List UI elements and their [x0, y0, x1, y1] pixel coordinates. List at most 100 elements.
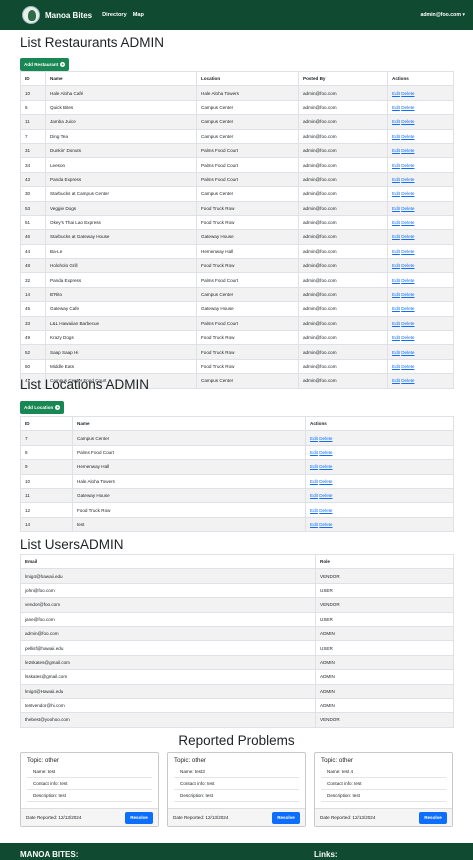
- edit-link[interactable]: Edit: [310, 450, 318, 455]
- table-row: 51 Okey's Thai Lao Express Food Truck Row a…: [20, 214, 454, 231]
- restaurant-name: Middle Eats: [45, 358, 197, 375]
- resolve-button[interactable]: Resolve: [419, 811, 447, 824]
- edit-link[interactable]: Edit: [392, 91, 400, 96]
- delete-link[interactable]: Delete: [401, 163, 414, 168]
- table-row: 32 Panda Express Palms Food Court admin@foo…: [20, 272, 454, 288]
- actions-cell: Edit Delete: [387, 186, 454, 202]
- edit-link[interactable]: Edit: [392, 321, 400, 326]
- edit-link[interactable]: Edit: [392, 306, 400, 311]
- restaurants-section: List Restaurants ADMIN Add Restaurant +: [20, 36, 453, 71]
- delete-link[interactable]: Delete: [319, 522, 332, 527]
- problem-card: Topic: other Name: test3 Contact info: t…: [167, 752, 306, 827]
- restaurant-name: Saap Saap Hi: [45, 344, 197, 360]
- delete-link[interactable]: Delete: [319, 479, 332, 484]
- delete-link[interactable]: Delete: [401, 306, 414, 311]
- edit-link[interactable]: Edit: [392, 249, 400, 254]
- edit-link[interactable]: Edit: [392, 263, 400, 268]
- delete-link[interactable]: Delete: [401, 119, 414, 124]
- add-restaurant-wrap: Add Restaurant +: [20, 53, 453, 71]
- delete-link[interactable]: Delete: [401, 278, 414, 283]
- edit-link[interactable]: Edit: [392, 364, 400, 369]
- table-row: 52 Saap Saap Hi Food Truck Row admin@foo.co…: [20, 344, 454, 360]
- nav-link-directory[interactable]: Directory: [102, 12, 127, 18]
- delete-link[interactable]: Delete: [401, 350, 414, 355]
- column-header: Location: [196, 70, 299, 87]
- edit-link[interactable]: Edit: [392, 148, 400, 153]
- delete-link[interactable]: Delete: [401, 220, 414, 225]
- delete-link[interactable]: Delete: [401, 148, 414, 153]
- delete-link[interactable]: Delete: [401, 206, 414, 211]
- delete-link[interactable]: Delete: [401, 177, 414, 182]
- restaurant-id: 7: [20, 128, 46, 144]
- edit-link[interactable]: Edit: [392, 335, 400, 340]
- edit-link[interactable]: Edit: [310, 479, 318, 484]
- table-row: 30 Starbucks at Campus Center Campus Cente…: [20, 186, 454, 202]
- edit-link[interactable]: Edit: [310, 508, 318, 513]
- actions-cell: Edit Delete: [305, 487, 454, 504]
- delete-link[interactable]: Delete: [401, 249, 414, 254]
- edit-link[interactable]: Edit: [392, 134, 400, 139]
- restaurant-location: Food Truck Row: [196, 344, 299, 360]
- edit-link[interactable]: Edit: [392, 177, 400, 182]
- delete-link[interactable]: Delete: [319, 493, 332, 498]
- delete-link[interactable]: Delete: [401, 105, 414, 110]
- delete-link[interactable]: Delete: [401, 91, 414, 96]
- restaurants-table: ID Name Location Posted By Actions 10 Hal…: [20, 70, 454, 389]
- actions-cell: Edit Delete: [387, 272, 454, 288]
- delete-link[interactable]: Delete: [401, 134, 414, 139]
- edit-link[interactable]: Edit: [392, 234, 400, 239]
- edit-link[interactable]: Edit: [392, 350, 400, 355]
- edit-link[interactable]: Edit: [310, 464, 318, 469]
- resolve-button[interactable]: Resolve: [272, 811, 300, 824]
- users-table-body: lmig4@hawaii.edu VENDOR john@foo.com USER ve…: [20, 568, 454, 728]
- nav-link-map[interactable]: Map: [133, 12, 144, 18]
- edit-link[interactable]: Edit: [392, 105, 400, 110]
- user-role: USER: [315, 640, 454, 656]
- edit-link[interactable]: Edit: [392, 220, 400, 225]
- users-table: Email Role lmig4@hawaii.edu VENDOR john@fo…: [20, 553, 454, 728]
- problem-card-footer: Date Reported: 12/13/2024 Resolve: [21, 808, 158, 826]
- delete-link[interactable]: Delete: [319, 508, 332, 513]
- edit-link[interactable]: Edit: [392, 278, 400, 283]
- edit-link[interactable]: Edit: [310, 522, 318, 527]
- delete-link[interactable]: Delete: [401, 234, 414, 239]
- delete-link[interactable]: Delete: [401, 321, 414, 326]
- edit-link[interactable]: Edit: [392, 191, 400, 196]
- brand-name[interactable]: Manoa Bites: [45, 11, 92, 20]
- edit-link[interactable]: Edit: [392, 119, 400, 124]
- edit-link[interactable]: Edit: [392, 163, 400, 168]
- edit-link[interactable]: Edit: [392, 292, 400, 297]
- delete-link[interactable]: Delete: [401, 191, 414, 196]
- delete-link[interactable]: Delete: [401, 263, 414, 268]
- table-row: thebest@yoohoo.com VENDOR: [20, 712, 454, 728]
- add-restaurant-button[interactable]: Add Restaurant +: [20, 58, 70, 71]
- add-location-button[interactable]: Add Location +: [20, 401, 65, 414]
- restaurant-name: B'Rito: [45, 286, 197, 303]
- restaurant-id: 49: [20, 330, 46, 346]
- problem-description: Description: test: [27, 790, 152, 802]
- delete-link[interactable]: Delete: [401, 364, 414, 369]
- delete-link[interactable]: Delete: [319, 450, 332, 455]
- location-id: 12: [20, 502, 73, 518]
- delete-link[interactable]: Delete: [319, 464, 332, 469]
- logo-icon[interactable]: [22, 6, 40, 24]
- user-role: USER: [315, 582, 454, 599]
- plus-icon: +: [55, 405, 61, 410]
- restaurant-id: 10: [20, 85, 46, 101]
- problem-card: Topic: other Name: test Contact info: te…: [20, 752, 159, 827]
- actions-cell: Edit Delete: [305, 459, 454, 475]
- restaurant-name: Panda Express: [45, 171, 197, 188]
- delete-link[interactable]: Delete: [401, 292, 414, 297]
- user-dropdown[interactable]: admin@foo.com ▾: [420, 12, 465, 18]
- users-section: List UsersADMIN: [20, 538, 453, 552]
- restaurant-posted-by: admin@foo.com: [298, 286, 388, 303]
- delete-link[interactable]: Delete: [401, 335, 414, 340]
- delete-link[interactable]: Delete: [319, 436, 332, 441]
- edit-link[interactable]: Edit: [392, 206, 400, 211]
- resolve-button[interactable]: Resolve: [125, 811, 153, 824]
- table-row: 7 Campus Center Edit Delete: [20, 430, 454, 446]
- edit-link[interactable]: Edit: [310, 436, 318, 441]
- column-header: Actions: [387, 70, 454, 87]
- edit-link[interactable]: Edit: [310, 493, 318, 498]
- add-location-wrap: Add Location +: [20, 396, 453, 414]
